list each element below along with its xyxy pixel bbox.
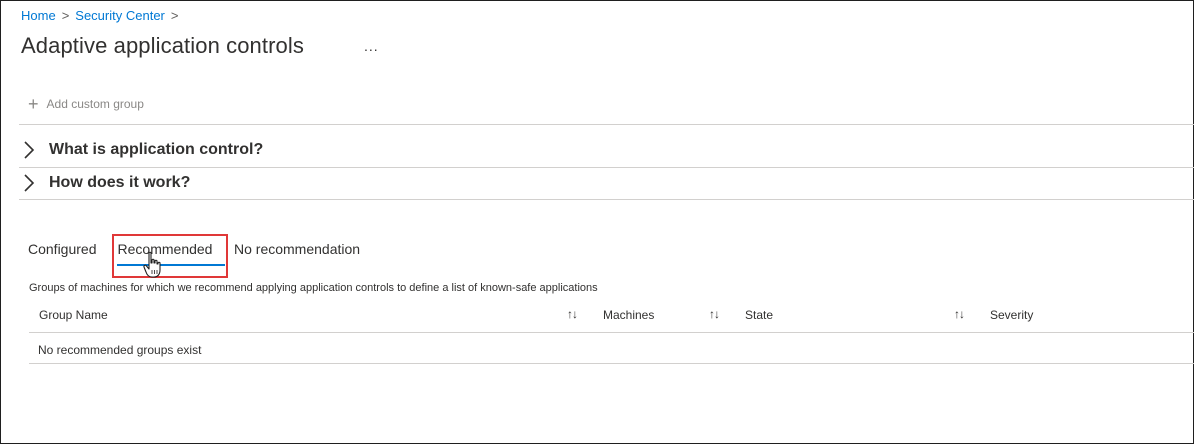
add-custom-group-button[interactable]: + Add custom group: [28, 94, 144, 114]
callout-highlight-box: [112, 234, 228, 278]
table-header-divider: [29, 332, 1194, 333]
column-header-severity[interactable]: Severity: [990, 308, 1033, 322]
empty-table-message: No recommended groups exist: [38, 343, 202, 357]
chevron-right-icon: [24, 174, 35, 192]
chevron-right-icon: [24, 141, 35, 159]
expander-label: What is application control?: [49, 141, 264, 158]
more-options-icon[interactable]: ...: [364, 38, 379, 54]
plus-icon: +: [28, 94, 39, 114]
sort-icon[interactable]: ↑↓: [709, 307, 720, 321]
chevron-right-icon: >: [170, 8, 179, 23]
page-title: Adaptive application controls: [21, 33, 304, 58]
column-header-state[interactable]: State: [745, 308, 773, 322]
chevron-right-icon: >: [61, 8, 70, 23]
divider: [19, 124, 1194, 125]
table-header: Group Name ↑↓ Machines ↑↓ State ↑↓ Sever…: [29, 307, 1194, 328]
add-custom-group-label: Add custom group: [46, 97, 144, 111]
column-header-group-name[interactable]: Group Name: [39, 308, 108, 322]
table-bottom-divider: [29, 363, 1194, 364]
sort-icon[interactable]: ↑↓: [954, 307, 965, 321]
expander-how-does-it-work[interactable]: How does it work?: [23, 173, 190, 193]
breadcrumb-security-center[interactable]: Security Center: [75, 8, 165, 23]
tab-configured[interactable]: Configured: [28, 234, 114, 264]
breadcrumb-home[interactable]: Home: [21, 8, 56, 23]
window-frame: [0, 0, 1194, 444]
divider: [19, 199, 1194, 200]
divider: [19, 167, 1194, 168]
column-header-machines[interactable]: Machines: [603, 308, 654, 322]
sort-icon[interactable]: ↑↓: [567, 307, 578, 321]
breadcrumb: Home > Security Center >: [21, 8, 178, 23]
tab-description: Groups of machines for which we recommen…: [29, 282, 598, 294]
expander-label: How does it work?: [49, 174, 191, 191]
tab-no-recommendation[interactable]: No recommendation: [234, 234, 360, 264]
expander-what-is-application-control[interactable]: What is application control?: [23, 140, 263, 160]
hand-cursor-icon: [143, 251, 161, 278]
